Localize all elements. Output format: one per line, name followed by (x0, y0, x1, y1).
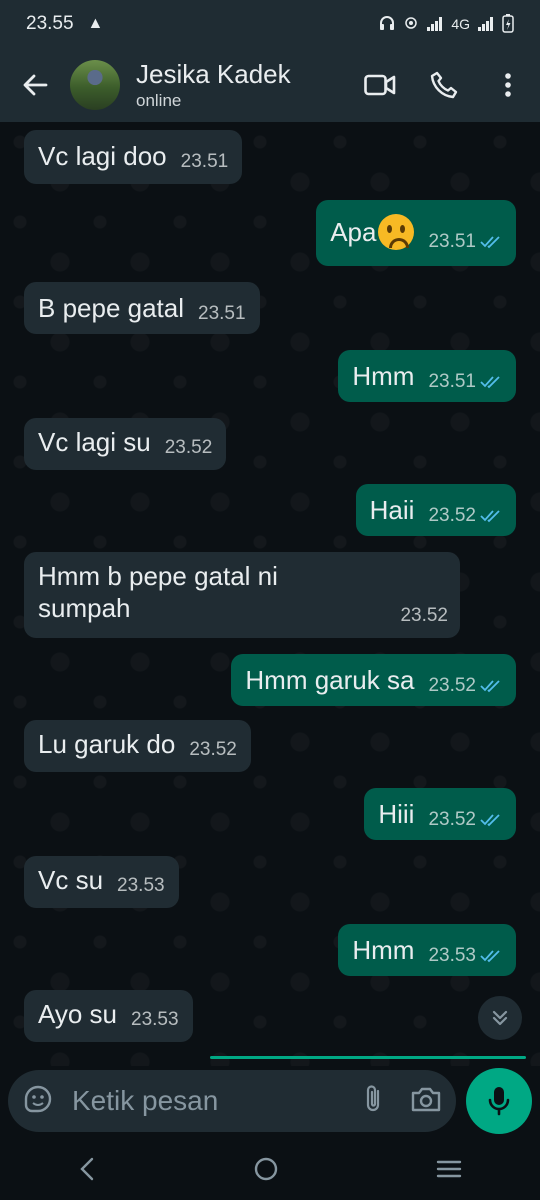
message-text: Hmm b pepe gatal ni sumpah (38, 561, 278, 623)
message-time: 23.52 (428, 500, 502, 532)
message-outgoing[interactable]: Apa 23.51 (316, 200, 516, 266)
avatar[interactable] (70, 60, 120, 110)
network-type: 4G (451, 16, 470, 32)
read-tick-icon (480, 950, 500, 963)
message-text: Vc su (38, 865, 104, 895)
message-incoming[interactable]: Vc lagi doo 23.51 (24, 130, 243, 184)
message-incoming[interactable]: Vc su 23.53 (24, 856, 179, 908)
message-time-value: 23.52 (428, 505, 476, 526)
message-text: Hmm garuk sa (245, 665, 415, 695)
message-outgoing[interactable]: Haii 23.52 (355, 484, 516, 536)
message-incoming[interactable]: B pepe gatal 23.51 (24, 282, 260, 334)
message-time: 23.51 (180, 151, 229, 172)
read-tick-icon (480, 376, 500, 389)
message-incoming[interactable]: Ayo su 23.53 (24, 990, 193, 1042)
message-incoming[interactable]: Lu garuk do 23.52 (24, 720, 251, 772)
message-text: Apa (330, 217, 377, 247)
message-time: 23.52 (400, 605, 448, 626)
camera-icon[interactable] (410, 1085, 442, 1118)
message-text: Lu garuk do (38, 729, 176, 759)
attach-icon[interactable] (362, 1083, 384, 1120)
chat-header: Jesika Kadek online (0, 48, 540, 122)
message-outgoing[interactable]: Hmm 23.53 (338, 924, 516, 976)
message-text: Vc lagi doo (38, 141, 167, 171)
mic-icon[interactable] (466, 1068, 532, 1134)
message-text: Hmm (352, 935, 415, 965)
message-time-value: 23.51 (428, 371, 476, 392)
message-text: Haii (369, 495, 415, 525)
read-tick-icon (480, 680, 500, 693)
message-text: B pepe gatal (38, 293, 185, 323)
status-time: 23.55 (26, 13, 74, 34)
message-input[interactable]: Ketik pesan (72, 1085, 218, 1117)
message-outgoing[interactable]: Hmm 23.51 (338, 350, 516, 402)
warning-icon: ▲ (87, 15, 104, 32)
message-time: 23.52 (428, 670, 502, 702)
read-tick-icon (480, 814, 500, 827)
headphones-icon (379, 15, 395, 34)
message-time: 23.51 (428, 226, 502, 258)
back-arrow-icon[interactable] (0, 72, 70, 98)
signal-icon (427, 17, 443, 31)
nav-home-icon[interactable] (253, 1156, 279, 1187)
message-text: Vc lagi su (38, 427, 151, 457)
system-nav-bar (0, 1142, 540, 1200)
nav-back-icon[interactable] (78, 1157, 96, 1186)
message-time: 23.53 (117, 875, 165, 896)
nav-menu-icon[interactable] (436, 1159, 462, 1184)
message-incoming[interactable]: Hmm b pepe gatal ni sumpah 23.52 (24, 552, 460, 638)
message-time-value: 23.51 (428, 231, 476, 253)
read-tick-icon (480, 510, 500, 523)
message-time: 23.53 (131, 1009, 179, 1030)
message-text: Hmm (352, 361, 415, 391)
status-icons: 4G (379, 13, 514, 36)
message-time-value: 23.52 (428, 809, 476, 830)
message-text: Hiii (378, 799, 415, 829)
message-time: 23.52 (164, 437, 213, 458)
message-time-value: 23.53 (428, 945, 476, 966)
hotspot-icon (403, 15, 419, 34)
contact-info[interactable]: Jesika Kadek online (136, 59, 291, 111)
status-bar: 23.55 ▲ 4G (0, 0, 540, 48)
message-time-value: 23.52 (428, 675, 476, 696)
sticker-icon[interactable] (22, 1083, 54, 1120)
message-time: 23.51 (198, 303, 246, 324)
contact-status: online (136, 91, 182, 110)
phone-icon[interactable] (412, 57, 476, 113)
contact-name: Jesika Kadek (136, 59, 291, 89)
video-call-icon[interactable] (348, 57, 412, 113)
message-composer[interactable]: Ketik pesan (8, 1070, 456, 1132)
message-text: Ayo su (38, 999, 118, 1029)
recording-indicator-line (210, 1056, 526, 1059)
chat-area[interactable]: Vc lagi doo 23.51 Apa 23.51 B pepe gatal 23… (0, 122, 540, 1066)
message-time: 23.52 (428, 804, 502, 836)
signal-icon-2 (478, 17, 494, 31)
more-vert-icon[interactable] (476, 57, 540, 113)
message-outgoing[interactable]: Hiii 23.52 (364, 788, 516, 840)
message-outgoing[interactable]: Hmm garuk sa 23.52 (231, 654, 516, 706)
read-tick-icon (480, 236, 500, 249)
message-incoming[interactable]: Vc lagi su 23.52 (24, 418, 227, 470)
worried-face-emoji (378, 214, 415, 251)
battery-icon (502, 13, 514, 36)
message-time: 23.51 (428, 366, 502, 398)
message-time: 23.53 (428, 940, 502, 972)
message-time: 23.52 (189, 739, 237, 760)
scroll-down-icon[interactable] (478, 996, 522, 1040)
